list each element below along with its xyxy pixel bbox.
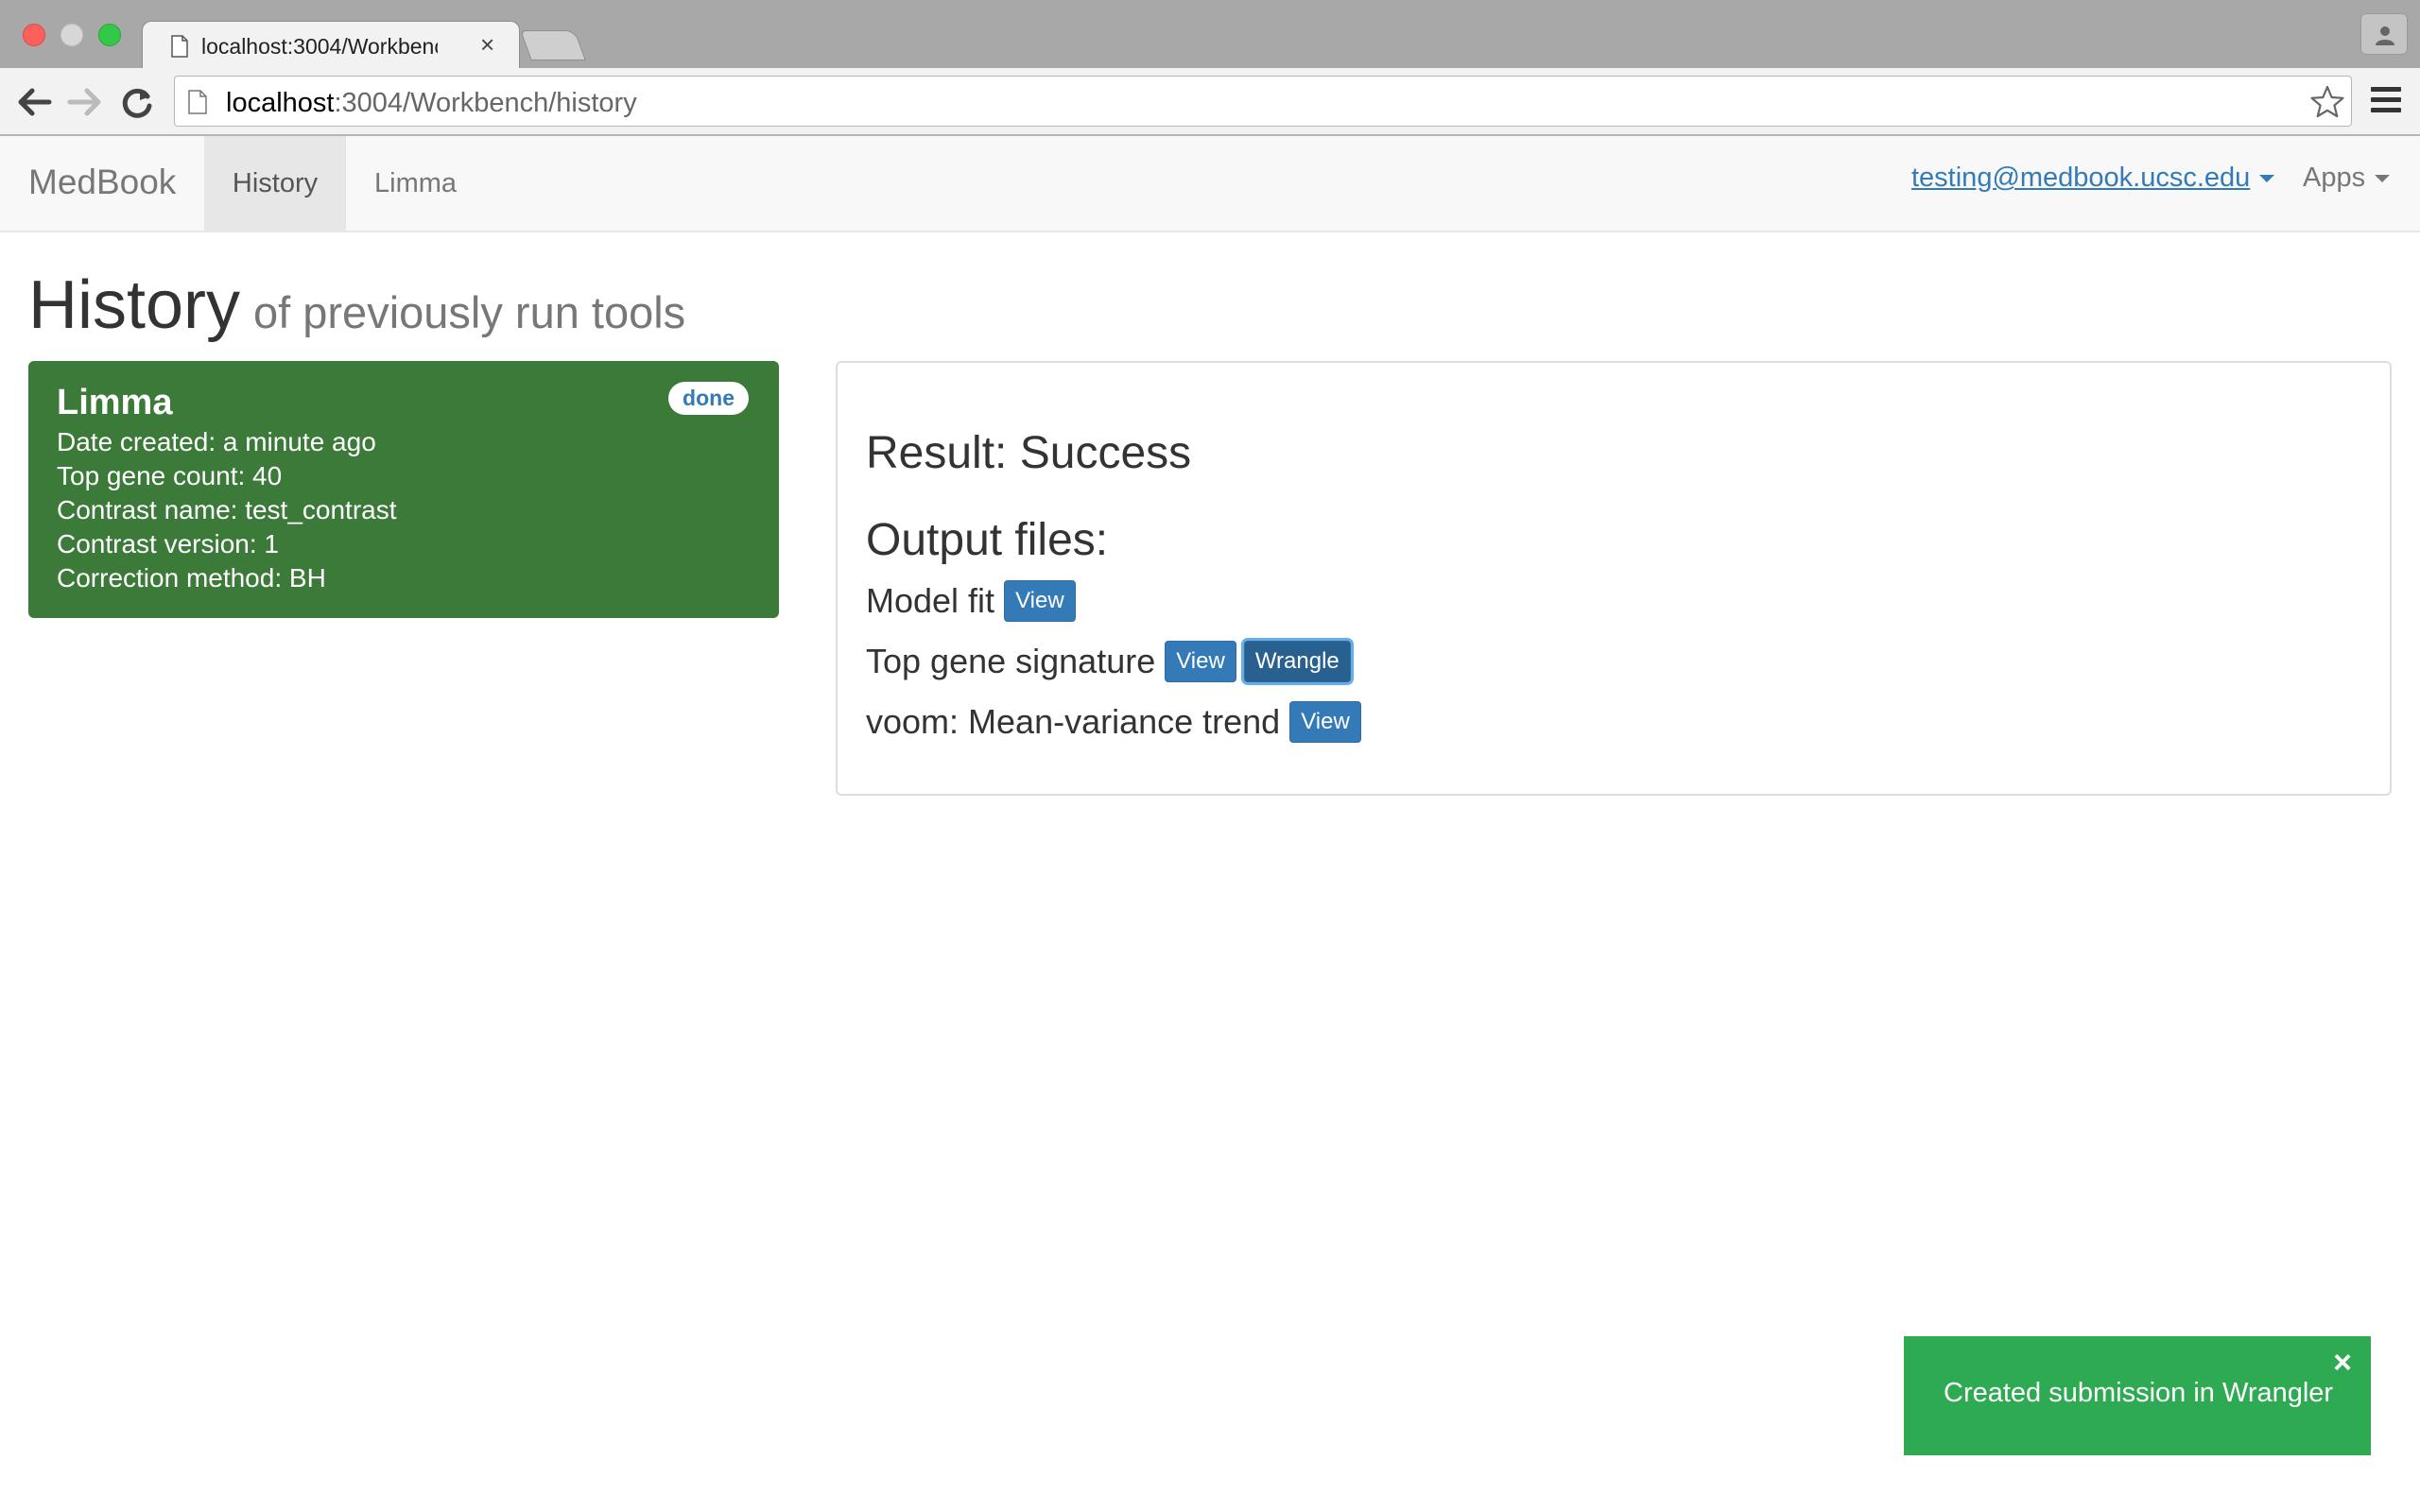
- job-name: Limma: [57, 383, 173, 422]
- url-text: localhost:3004/Workbench/history: [226, 88, 637, 119]
- page-title-main: History: [28, 267, 241, 343]
- job-detail-date: Date created: a minute ago: [57, 427, 376, 456]
- close-icon[interactable]: ×: [2333, 1346, 2352, 1380]
- toast-message: Created submission in Wrangler: [1944, 1378, 2334, 1408]
- output-file-name: Top gene signature: [866, 642, 1156, 680]
- page-title-subtitle: of previously run tools: [253, 287, 686, 337]
- profile-icon: [2376, 26, 2394, 45]
- app-navbar: MedBook History Limma testing@medbook.uc…: [0, 136, 2420, 232]
- nav-item-limma[interactable]: Limma: [346, 136, 485, 231]
- job-detail-correction-method: Correction method: BH: [57, 563, 326, 593]
- tab-close-icon[interactable]: ×: [480, 31, 494, 58]
- browser-tab[interactable]: localhost:3004/Workbench/history ×: [142, 21, 520, 70]
- output-file-name: voom: Mean-variance trend: [866, 702, 1281, 741]
- user-email: testing@medbook.ucsc.edu: [1911, 163, 2251, 193]
- job-detail-contrast-name: Contrast name: test_contrast: [57, 495, 397, 524]
- document-icon: [188, 90, 207, 114]
- output-file-row: Top gene signature View Wrangle: [866, 641, 1351, 682]
- output-file-name: Model fit: [866, 581, 995, 620]
- page-title: History of previously run tools: [28, 266, 685, 344]
- browser-toolbar: localhost:3004/Workbench/history: [0, 68, 2420, 136]
- caret-down-icon: [2375, 175, 2391, 183]
- output-file-row: Model fit View: [866, 580, 1076, 622]
- caret-down-icon: [2259, 175, 2275, 183]
- job-card-limma[interactable]: Limma done Date created: a minute ago To…: [28, 361, 779, 618]
- result-heading: Result: Success: [866, 428, 1192, 478]
- back-arrow-icon[interactable]: [15, 85, 53, 119]
- star-icon[interactable]: [2309, 84, 2345, 120]
- job-detail-top-gene-count: Top gene count: 40: [57, 461, 283, 490]
- brand-logo[interactable]: MedBook: [28, 163, 176, 202]
- output-file-row: voom: Mean-variance trend View: [866, 701, 1361, 743]
- wrangle-top-gene-signature-button[interactable]: Wrangle: [1243, 641, 1351, 682]
- window-close-button[interactable]: [23, 24, 45, 46]
- view-voom-trend-button[interactable]: View: [1289, 701, 1361, 743]
- reload-icon[interactable]: [119, 85, 157, 119]
- toast-notification: × Created submission in Wrangler: [1904, 1336, 2371, 1455]
- forward-arrow-icon[interactable]: [66, 85, 104, 119]
- view-top-gene-signature-button[interactable]: View: [1165, 641, 1236, 682]
- hamburger-menu-icon[interactable]: [2371, 87, 2401, 115]
- result-panel: Result: Success Output files: Model fit …: [836, 361, 2392, 796]
- new-tab-button[interactable]: [520, 30, 586, 60]
- apps-label: Apps: [2303, 163, 2366, 193]
- output-files-heading: Output files:: [866, 515, 1109, 565]
- browser-tab-strip: localhost:3004/Workbench/history ×: [0, 0, 2420, 70]
- document-icon: [171, 35, 188, 58]
- address-bar[interactable]: localhost:3004/Workbench/history: [174, 76, 2352, 127]
- nav-item-history[interactable]: History: [204, 136, 346, 231]
- user-menu-toggle[interactable]: testing@medbook.ucsc.edu: [1911, 163, 2275, 194]
- apps-menu-toggle[interactable]: Apps: [2303, 163, 2391, 194]
- tab-title: localhost:3004/Workbench/history: [201, 34, 438, 59]
- window-minimize-button[interactable]: [60, 24, 83, 46]
- job-status-badge: done: [668, 382, 749, 415]
- url-host: localhost: [226, 88, 335, 118]
- view-model-fit-button[interactable]: View: [1004, 580, 1076, 622]
- url-path: :3004/Workbench/history: [334, 88, 637, 118]
- job-detail-contrast-version: Contrast version: 1: [57, 529, 279, 558]
- window-zoom-button[interactable]: [98, 24, 121, 46]
- profile-button[interactable]: [2360, 13, 2408, 55]
